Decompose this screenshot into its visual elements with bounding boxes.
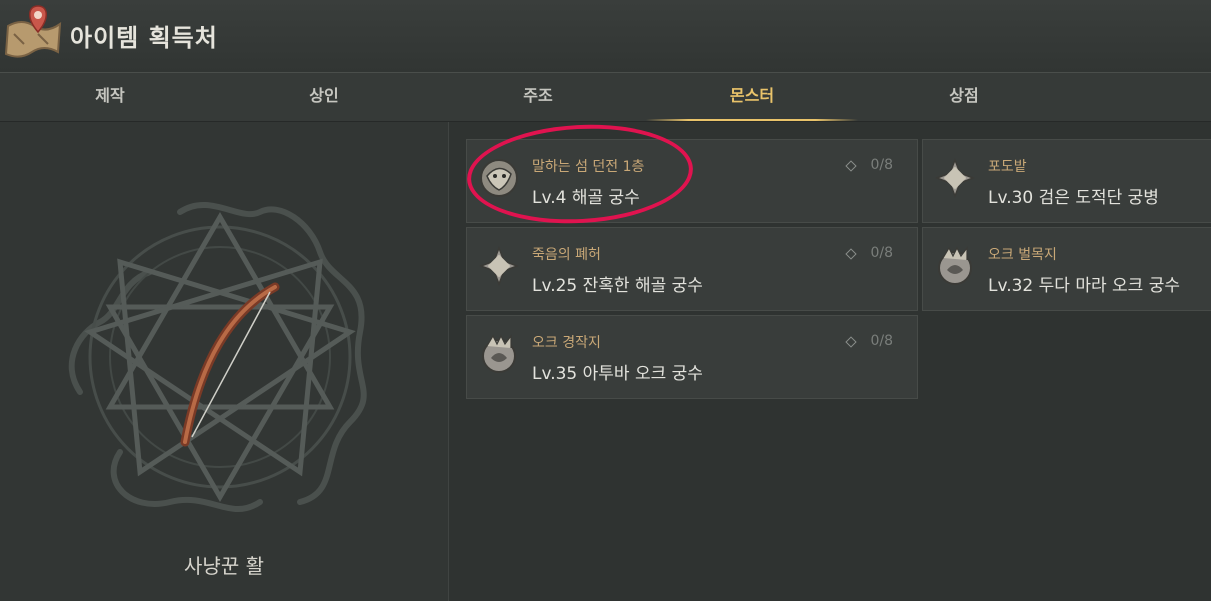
source-card[interactable]: 죽음의 폐허 Lv.25 잔혹한 해골 궁수 0/8 [466,227,918,311]
source-card[interactable]: 말하는 섬 던전 1층 Lv.4 해골 궁수 0/8 [466,139,918,223]
bow-icon [68,201,367,513]
beast-head-icon [480,159,518,197]
source-monster: Lv.35 아투바 오크 궁수 [532,364,703,384]
source-monster: Lv.30 검은 도적단 궁병 [988,188,1159,208]
kill-count: 0/8 [870,245,893,261]
source-card[interactable]: 포도밭 Lv.30 검은 도적단 궁병 [922,139,1211,223]
kill-count: 0/8 [870,157,893,173]
tab-casting[interactable]: 주조 [438,73,638,121]
tab-crafting[interactable]: 제작 [10,73,210,121]
kill-count: 0/8 [870,333,893,349]
tab-shop[interactable]: 상점 [864,73,1064,121]
source-card[interactable]: 오크 벌목지 Lv.32 두다 마라 오크 궁수 [922,227,1211,311]
item-preview-panel: 사냥꾼 활 [0,122,449,601]
orc-crest-icon [938,246,972,285]
item-name: 사냥꾼 활 [184,554,264,578]
source-location: 오크 벌목지 [988,247,1057,263]
source-location: 오크 경작지 [532,335,601,351]
source-location: 말하는 섬 던전 1층 [532,159,645,175]
orc-crest-icon [482,334,516,373]
diamond-icon [845,248,857,260]
tab-bar: 제작 상인 주조 몬스터 상점 [0,73,1211,122]
star-crest-icon [934,157,976,199]
source-monster: Lv.25 잔혹한 해골 궁수 [532,276,703,296]
source-monster: Lv.32 두다 마라 오크 궁수 [988,276,1180,296]
tab-monster[interactable]: 몬스터 [646,73,858,121]
diamond-icon [845,336,857,348]
source-location: 죽음의 폐허 [532,247,601,263]
map-pin-scroll-icon [4,5,62,58]
page-title: 아이템 획득처 [70,24,218,52]
diamond-icon [845,160,857,172]
source-card[interactable]: 오크 경작지 Lv.35 아투바 오크 궁수 0/8 [466,315,918,399]
star-crest-icon [478,245,520,287]
source-monster: Lv.4 해골 궁수 [532,188,640,208]
window-header: 아이템 획득처 [0,0,1211,73]
tab-merchant[interactable]: 상인 [224,73,424,121]
source-location: 포도밭 [988,159,1027,175]
